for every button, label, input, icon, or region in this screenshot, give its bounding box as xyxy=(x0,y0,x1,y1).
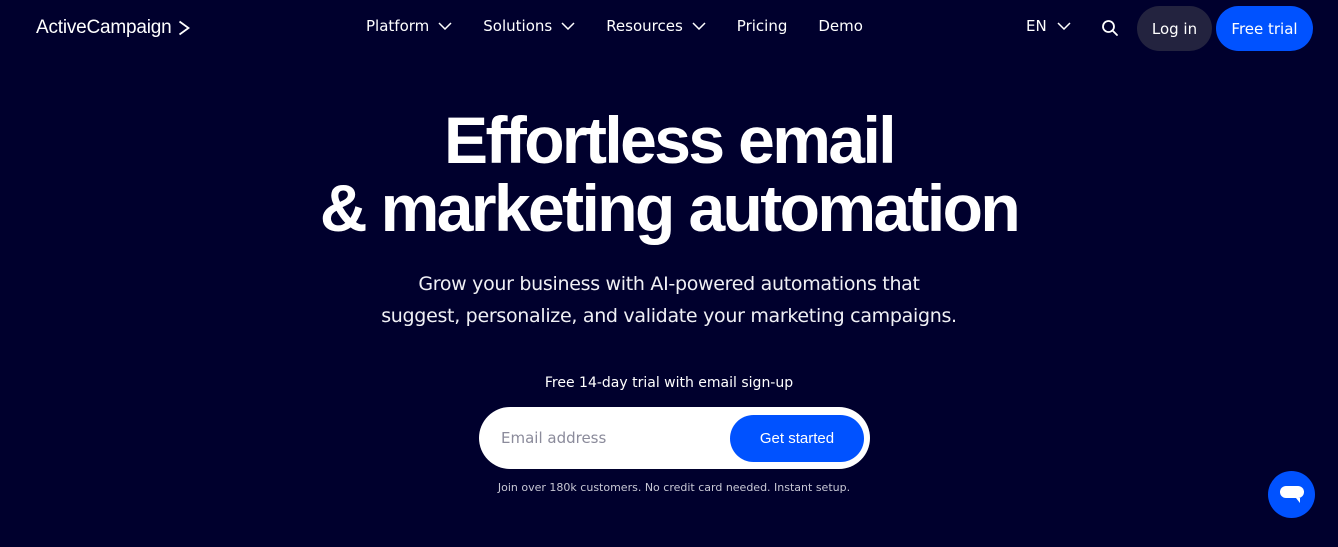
get-started-button[interactable]: Get started xyxy=(730,415,864,462)
language-selector[interactable]: EN xyxy=(1026,17,1071,35)
chat-bubble-icon xyxy=(1279,485,1304,503)
nav-item-resources[interactable]: Resources xyxy=(606,17,706,35)
hero-subtitle-line-1: Grow your business with AI-powered autom… xyxy=(418,273,920,295)
nav-item-label: Platform xyxy=(366,17,430,35)
search-icon xyxy=(1102,20,1118,36)
nav-item-pricing[interactable]: Pricing xyxy=(737,17,788,35)
search-button[interactable] xyxy=(1100,18,1120,38)
hero-subtitle-line-2: suggest, personalize, and validate your … xyxy=(381,305,957,327)
signup-form: Get started xyxy=(479,407,870,469)
hero-title-line-2: & marketing automation xyxy=(319,171,1021,245)
main-nav: Platform Solutions Resources Pricing Dem… xyxy=(366,17,863,35)
chevron-down-icon xyxy=(438,22,452,30)
chevron-down-icon xyxy=(561,22,575,30)
chevron-down-icon xyxy=(1057,22,1071,30)
nav-item-label: Pricing xyxy=(736,17,788,35)
login-button[interactable]: Log in xyxy=(1137,6,1212,51)
chevron-right-icon xyxy=(178,20,190,36)
chat-button[interactable] xyxy=(1268,471,1315,518)
fineprint: Join over 180k customers. No credit card… xyxy=(497,481,851,494)
free-trial-button[interactable]: Free trial xyxy=(1216,6,1313,51)
chevron-down-icon xyxy=(692,22,706,30)
nav-item-solutions[interactable]: Solutions xyxy=(483,17,575,35)
language-label: EN xyxy=(1026,17,1047,35)
nav-item-label: Resources xyxy=(606,17,683,35)
hero-subtitle: Grow your business with AI-powered autom… xyxy=(0,268,1338,332)
landing-page: ActiveCampaign Platform Solutions Resour… xyxy=(0,0,1338,547)
nav-item-demo[interactable]: Demo xyxy=(818,17,863,35)
nav-item-label: Demo xyxy=(818,17,863,35)
trial-label: Free 14-day trial with email sign-up xyxy=(544,375,794,391)
logo-text: ActiveCampaign xyxy=(36,17,172,38)
email-input[interactable] xyxy=(501,407,721,469)
nav-item-label: Solutions xyxy=(483,17,553,35)
nav-item-platform[interactable]: Platform xyxy=(366,17,452,35)
logo[interactable]: ActiveCampaign xyxy=(36,17,190,39)
hero-title: Effortless email & marketing automation xyxy=(0,106,1338,242)
hero-title-line-1: Effortless email xyxy=(444,103,897,177)
